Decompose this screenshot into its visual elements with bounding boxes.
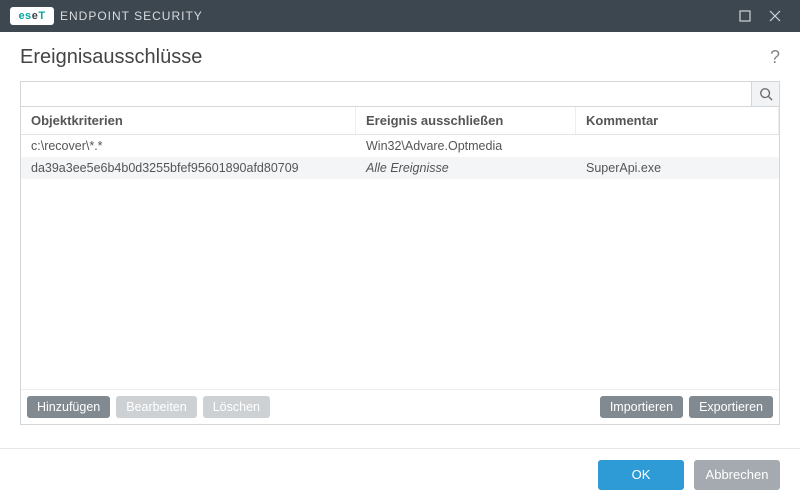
col-object-criteria[interactable]: Objektkriterien [21,107,356,134]
cell-comment: SuperApi.exe [576,159,779,177]
eset-logo-icon: eseT [10,7,54,25]
search-button[interactable] [751,82,779,106]
dialog-footer: OK Abbrechen [0,448,800,500]
window-maximize-icon [739,10,751,22]
page-header: Ereignisausschlüsse ? [0,32,800,81]
titlebar: eseT ENDPOINT SECURITY [0,0,800,32]
table-header: Objektkriterien Ereignis ausschließen Ko… [21,107,779,135]
table-body: c:\recover\*.* Win32\Advare.Optmedia da3… [21,135,779,389]
help-icon[interactable]: ? [770,47,780,68]
search-input[interactable] [21,82,751,106]
table-row[interactable]: da39a3ee5e6b4b0d3255bfef95601890afd80709… [21,157,779,179]
minimize-button[interactable] [730,0,760,32]
search-row [20,81,780,107]
brand-logo: eseT ENDPOINT SECURITY [10,7,203,25]
table-row[interactable]: c:\recover\*.* Win32\Advare.Optmedia [21,135,779,157]
cell-criteria: da39a3ee5e6b4b0d3255bfef95601890afd80709 [21,159,356,177]
cancel-button[interactable]: Abbrechen [694,460,780,490]
col-exclude-event[interactable]: Ereignis ausschließen [356,107,576,134]
cell-event: Win32\Advare.Optmedia [356,137,576,155]
table-toolbar: Hinzufügen Bearbeiten Löschen Importiere… [21,389,779,424]
close-button[interactable] [760,0,790,32]
col-comment[interactable]: Kommentar [576,107,779,134]
close-icon [769,10,781,22]
import-button[interactable]: Importieren [600,396,683,418]
cell-event: Alle Ereignisse [356,159,576,177]
brand-text: ENDPOINT SECURITY [60,9,203,23]
cell-criteria: c:\recover\*.* [21,137,356,155]
delete-button[interactable]: Löschen [203,396,270,418]
search-icon [759,87,773,101]
add-button[interactable]: Hinzufügen [27,396,110,418]
ok-button[interactable]: OK [598,460,684,490]
export-button[interactable]: Exportieren [689,396,773,418]
page-title: Ereignisausschlüsse [20,46,202,69]
cell-comment [576,144,779,148]
exclusions-table: Objektkriterien Ereignis ausschließen Ko… [20,107,780,425]
edit-button[interactable]: Bearbeiten [116,396,196,418]
